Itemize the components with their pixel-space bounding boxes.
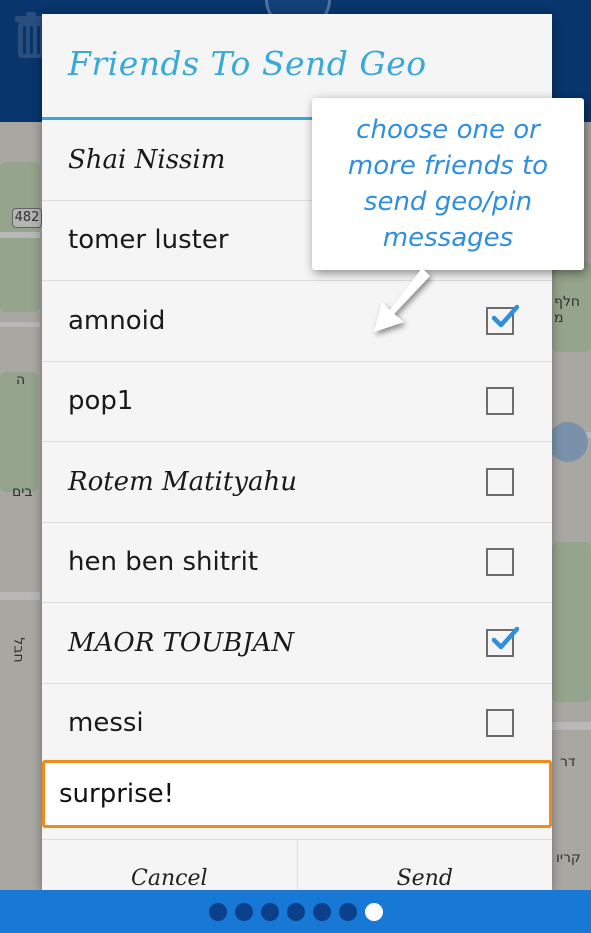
- friend-name: MAOR TOUBJAN: [68, 627, 295, 658]
- page-dot[interactable]: [364, 902, 383, 921]
- friend-name: amnoid: [68, 305, 166, 336]
- friend-name: messi: [68, 708, 144, 739]
- dialog-buttons: Cancel Send: [42, 839, 552, 890]
- page-dot[interactable]: [338, 902, 357, 921]
- page-dot[interactable]: [260, 902, 279, 921]
- friend-row[interactable]: Rotem Matityahu: [42, 442, 552, 523]
- friend-row[interactable]: pop1: [42, 362, 552, 442]
- page-indicator: [0, 890, 591, 933]
- cancel-button[interactable]: Cancel: [42, 840, 298, 890]
- check-icon: [491, 303, 520, 329]
- page-dot[interactable]: [208, 902, 227, 921]
- friend-checkbox[interactable]: [486, 387, 514, 416]
- friend-name: pop1: [68, 386, 134, 417]
- pointer-arrow-icon: [374, 268, 430, 332]
- friend-checkbox[interactable]: [486, 304, 520, 335]
- page-dot[interactable]: [286, 902, 305, 921]
- tooltip-text: choose one or more friends to send geo/p…: [347, 115, 549, 253]
- message-input[interactable]: [42, 760, 552, 828]
- friend-name: hen ben shitrit: [68, 547, 259, 578]
- page-dot[interactable]: [312, 902, 331, 921]
- friend-name: Shai Nissim: [68, 144, 226, 175]
- friend-checkbox[interactable]: [486, 467, 514, 496]
- send-button[interactable]: Send: [297, 840, 552, 890]
- friend-row[interactable]: amnoid: [42, 281, 552, 362]
- hint-tooltip: choose one or more friends to send geo/p…: [312, 98, 584, 270]
- page-dot[interactable]: [234, 902, 253, 921]
- check-icon: [491, 625, 520, 651]
- friend-checkbox[interactable]: [486, 626, 520, 657]
- friend-checkbox[interactable]: [486, 709, 514, 738]
- friend-row[interactable]: hen ben shitrit: [42, 523, 552, 603]
- friend-checkbox[interactable]: [486, 548, 514, 577]
- friend-name: Rotem Matityahu: [68, 466, 297, 497]
- friend-row[interactable]: messi: [42, 684, 552, 764]
- friend-row[interactable]: MAOR TOUBJAN: [42, 603, 552, 684]
- friend-name: tomer luster: [68, 225, 229, 256]
